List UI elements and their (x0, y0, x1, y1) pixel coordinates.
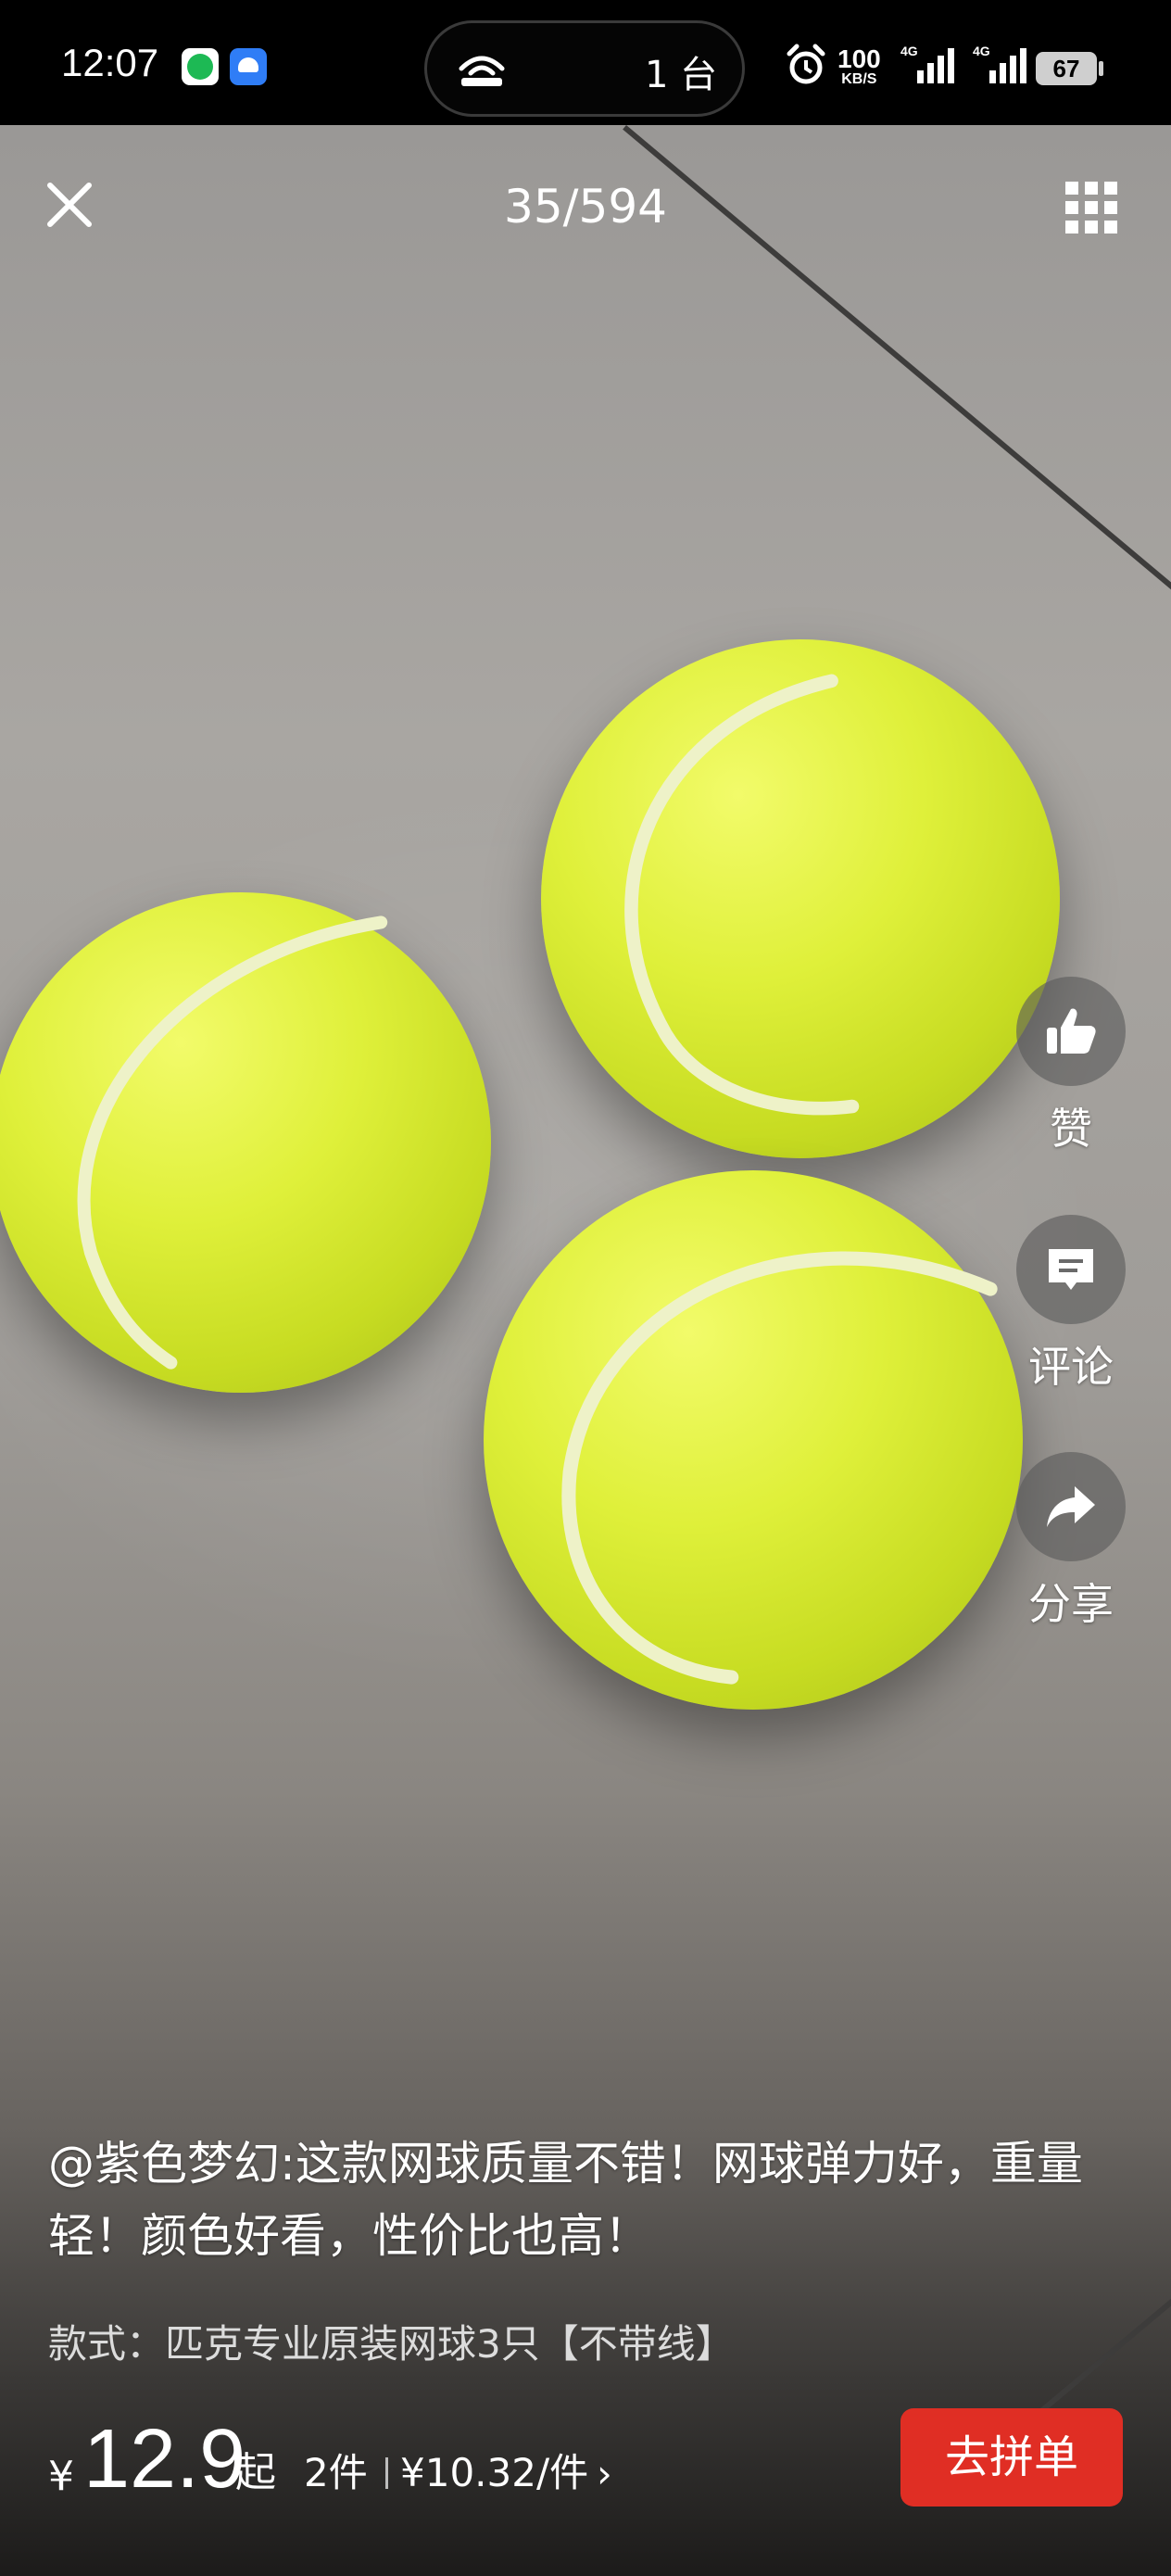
comment-button[interactable]: 评论 (1014, 1215, 1128, 1395)
chevron-right-icon: › (597, 2451, 612, 2496)
review-caption: @紫色梦幻:这款网球质量不错！网球弹力好，重量轻！颜色好看，性价比也高！ (48, 2137, 1083, 2263)
network-speed: 100 KB/S (837, 44, 881, 87)
alarm-icon (787, 44, 825, 84)
comment-icon (1049, 1249, 1093, 1290)
image-counter: 35/594 (504, 180, 667, 234)
like-button-circle[interactable] (1016, 977, 1126, 1086)
battery-nub (1099, 61, 1103, 76)
product-variant: 款式：匹克专业原装网球3只【不带线】 (48, 2321, 735, 2367)
thumbs-up-icon (1047, 1008, 1096, 1054)
tennis-ball (541, 639, 1060, 1158)
status-time: 12:07 (61, 41, 159, 84)
android-app-icon (230, 48, 267, 85)
signal-icon: 4G (973, 44, 1026, 83)
like-button[interactable]: 赞 (1014, 977, 1128, 1156)
unit-price: ¥10.32/件 (400, 2450, 589, 2495)
group-buy-button[interactable]: 去拼单 (900, 2408, 1123, 2507)
price-value: 12.9 (83, 2413, 246, 2506)
like-label: 赞 (1050, 1104, 1092, 1154)
tennis-ball (0, 892, 491, 1393)
tennis-ball (484, 1170, 1023, 1710)
svg-text:4G: 4G (900, 44, 918, 58)
share-button[interactable]: 分享 (1014, 1452, 1128, 1632)
share-button-circle[interactable] (1016, 1452, 1126, 1561)
svg-text:4G: 4G (973, 44, 990, 58)
share-label: 分享 (1028, 1579, 1114, 1629)
comment-button-circle[interactable] (1016, 1215, 1126, 1324)
comment-label: 评论 (1028, 1342, 1114, 1392)
share-arrow-icon (1047, 1486, 1095, 1527)
quantity-label: 2件 (304, 2450, 368, 2495)
close-icon[interactable] (41, 176, 98, 234)
island-text: 1 台 (645, 54, 718, 96)
status-bar: 12:07 1 台 100 KB/S 4G 4G 67 (0, 0, 1171, 125)
spotify-icon (182, 48, 219, 85)
review-image-viewer: 12:07 1 台 100 KB/S 4G 4G 67 35/594 赞 评论 … (0, 0, 1171, 2576)
signal-icon: 4G (900, 44, 954, 83)
battery-level: 67 (1052, 55, 1080, 82)
price-suffix: 起 (235, 2449, 276, 2496)
cast-icon (459, 56, 505, 86)
divider (385, 2457, 388, 2489)
currency-symbol: ¥ (48, 2453, 74, 2500)
grid-icon[interactable] (1064, 180, 1119, 235)
